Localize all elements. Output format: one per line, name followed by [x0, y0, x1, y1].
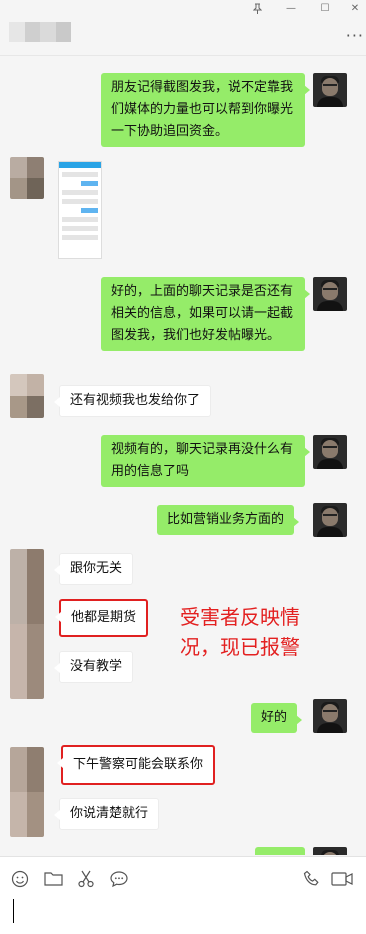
- message-bubble[interactable]: 还有视频我也发给你了: [53, 385, 212, 417]
- scissors-icon[interactable]: [76, 869, 96, 889]
- pin-icon[interactable]: [246, 0, 268, 16]
- self-avatar[interactable]: [313, 503, 347, 537]
- title-bar: — ☐ ✕: [0, 0, 366, 16]
- message-bubble[interactable]: 你说清楚就行: [53, 798, 160, 830]
- contact-avatar[interactable]: [10, 747, 44, 837]
- self-avatar[interactable]: [313, 277, 347, 311]
- video-call-icon[interactable]: [330, 869, 354, 889]
- message-bubble-highlighted[interactable]: 下午警察可能会联系你: [56, 745, 216, 785]
- message-bubble[interactable]: 好的: [251, 703, 303, 733]
- self-avatar[interactable]: [313, 699, 347, 733]
- contact-name-blurred: [9, 22, 71, 42]
- self-avatar[interactable]: [313, 847, 347, 855]
- chat-bubble-icon[interactable]: [109, 869, 129, 889]
- more-options-button[interactable]: ···: [346, 26, 364, 45]
- message-bubble[interactable]: 朋友记得截图发我，说不定靠我们媒体的力量也可以帮到你曝光一下协助追回资金。: [101, 73, 310, 147]
- phone-icon[interactable]: [302, 869, 322, 889]
- message-bubble[interactable]: 好的，上面的聊天记录是否还有相关的信息，如果可以请一起截图发我，我们也好发帖曝光…: [101, 277, 310, 351]
- contact-avatar[interactable]: [10, 549, 44, 699]
- minimize-button[interactable]: —: [280, 0, 302, 16]
- message-bubble[interactable]: 跟你无关: [53, 553, 134, 585]
- contact-avatar[interactable]: [10, 374, 44, 418]
- chat-message-list: 朋友记得截图发我，说不定靠我们媒体的力量也可以帮到你曝光一下协助追回资金。 好的…: [0, 57, 366, 855]
- self-avatar[interactable]: [313, 73, 347, 107]
- message-bubble-highlighted[interactable]: 他都是期货: [54, 599, 149, 637]
- close-button[interactable]: ✕: [344, 0, 366, 16]
- self-avatar[interactable]: [313, 435, 347, 469]
- contact-avatar[interactable]: [10, 157, 44, 199]
- maximize-button[interactable]: ☐: [314, 0, 336, 16]
- message-bubble[interactable]: 没有教学: [53, 651, 134, 683]
- message-bubble[interactable]: 视频有的，聊天记录再没什么有用的信息了吗: [101, 435, 310, 487]
- chat-header: ···: [0, 16, 366, 56]
- message-bubble-partial[interactable]: [255, 847, 305, 855]
- text-input-caret[interactable]: [13, 899, 14, 923]
- emoji-icon[interactable]: [10, 869, 30, 889]
- folder-icon[interactable]: [43, 869, 63, 889]
- red-annotation-text: 受害者反映情况，现已报警: [180, 605, 300, 659]
- input-toolbar: [0, 856, 366, 934]
- message-bubble[interactable]: 比如营销业务方面的: [157, 505, 300, 535]
- image-message[interactable]: [58, 161, 102, 259]
